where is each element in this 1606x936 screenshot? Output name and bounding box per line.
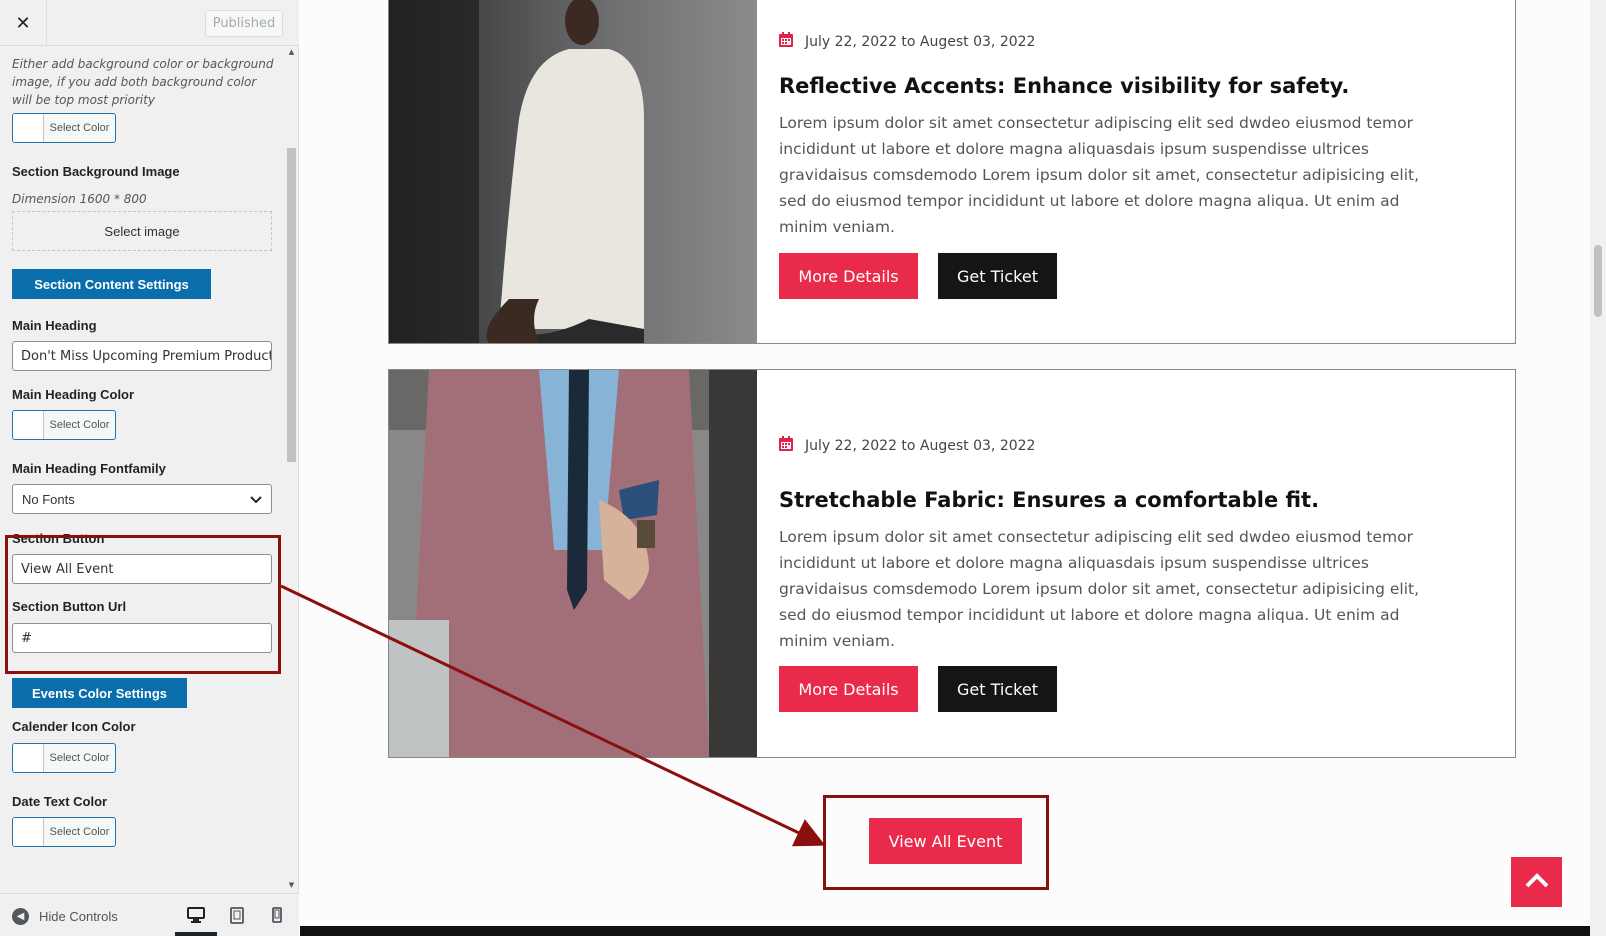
- bg-image-label: Section Background Image: [12, 164, 180, 179]
- event-date: July 22, 2022 to Augest 03, 2022: [779, 32, 1035, 51]
- site-footer: [300, 926, 1590, 936]
- color-swatch: [13, 411, 44, 439]
- main-heading-font-select[interactable]: No Fonts: [12, 484, 272, 514]
- highlight-box-section-button: [5, 535, 281, 674]
- event-date: July 22, 2022 to Augest 03, 2022: [779, 436, 1035, 455]
- event-card: July 22, 2022 to Augest 03, 2022 Reflect…: [388, 0, 1516, 344]
- event-title: Stretchable Fabric: Ensures a comfortabl…: [779, 488, 1320, 512]
- main-heading-font-label: Main Heading Fontfamily: [12, 461, 166, 476]
- select-color-label: Select Color: [49, 419, 110, 431]
- main-heading-input[interactable]: Don't Miss Upcoming Premium Product: [12, 341, 272, 371]
- color-swatch: [13, 744, 44, 772]
- hide-controls-button[interactable]: ◀ Hide Controls: [12, 906, 118, 926]
- more-details-button[interactable]: More Details: [779, 253, 918, 299]
- bg-color-description: Either add background color or backgroun…: [12, 57, 274, 107]
- tablet-preview-icon[interactable]: [227, 905, 247, 925]
- chevron-down-icon: [250, 492, 262, 507]
- get-ticket-button[interactable]: Get Ticket: [938, 253, 1057, 299]
- main-heading-color-label: Main Heading Color: [12, 387, 135, 402]
- desktop-preview-icon[interactable]: [186, 905, 206, 925]
- get-ticket-button[interactable]: Get Ticket: [938, 666, 1057, 712]
- main-heading-color-picker[interactable]: Select Color: [12, 410, 116, 440]
- font-select-value: No Fonts: [22, 491, 75, 507]
- active-device-indicator: [175, 932, 217, 936]
- events-color-settings-button[interactable]: Events Color Settings: [12, 678, 187, 708]
- event-description: Lorem ipsum dolor sit amet consectetur a…: [779, 114, 1420, 236]
- preview-scrollbar-thumb[interactable]: [1594, 245, 1602, 317]
- more-details-button[interactable]: More Details: [779, 666, 918, 712]
- event-image-man-pink-blazer: [389, 370, 757, 757]
- date-text-color-picker[interactable]: Select Color: [12, 817, 116, 847]
- event-date-text: July 22, 2022 to Augest 03, 2022: [805, 33, 1036, 50]
- event-card: July 22, 2022 to Augest 03, 2022 Stretch…: [388, 369, 1516, 758]
- color-swatch: [13, 114, 44, 142]
- section-content-settings-button[interactable]: Section Content Settings: [12, 269, 211, 299]
- preview-scrollbar[interactable]: [1590, 0, 1606, 936]
- event-date-text: July 22, 2022 to Augest 03, 2022: [805, 437, 1036, 454]
- event-title: Reflective Accents: Enhance visibility f…: [779, 74, 1350, 98]
- calendar-icon: [779, 436, 793, 455]
- main-heading-label: Main Heading: [12, 318, 97, 333]
- scroll-up-arrow-icon[interactable]: ▲: [286, 47, 297, 58]
- calendar-icon: [779, 32, 793, 51]
- back-to-top-button[interactable]: [1511, 857, 1562, 907]
- hide-controls-label: Hide Controls: [39, 908, 118, 924]
- customizer-header: ✕ Published: [0, 0, 299, 46]
- collapse-arrow-icon: ◀: [12, 907, 29, 925]
- customizer-sidebar: ✕ Published Either add background color …: [0, 0, 299, 936]
- event-description: Lorem ipsum dolor sit amet consectetur a…: [779, 528, 1420, 650]
- customizer-controls: Either add background color or backgroun…: [0, 47, 299, 893]
- section-bg-color-picker[interactable]: Select Color: [12, 113, 116, 143]
- date-text-color-label: Date Text Color: [12, 794, 108, 809]
- scroll-down-arrow-icon[interactable]: ▼: [286, 880, 297, 891]
- select-image-button[interactable]: Select image: [12, 211, 272, 251]
- customizer-footer: ◀ Hide Controls: [0, 893, 299, 936]
- select-color-label: Select Color: [49, 826, 110, 838]
- mobile-preview-icon[interactable]: [267, 905, 287, 925]
- event-image-woman-white-dress: [389, 0, 757, 343]
- close-icon[interactable]: ✕: [0, 0, 47, 46]
- view-all-event-button[interactable]: View All Event: [869, 818, 1022, 864]
- calendar-icon-color-label: Calender Icon Color: [12, 719, 136, 734]
- select-color-label: Select Color: [49, 122, 110, 134]
- bg-image-dimension: Dimension 1600 * 800: [12, 192, 147, 206]
- chevron-up-icon: [1525, 872, 1549, 892]
- color-swatch: [13, 818, 44, 846]
- site-preview: July 22, 2022 to Augest 03, 2022 Reflect…: [300, 0, 1606, 936]
- sidebar-scrollbar-thumb[interactable]: [287, 148, 296, 462]
- published-button[interactable]: Published: [205, 10, 283, 37]
- select-color-label: Select Color: [49, 752, 110, 764]
- calendar-icon-color-picker[interactable]: Select Color: [12, 743, 116, 773]
